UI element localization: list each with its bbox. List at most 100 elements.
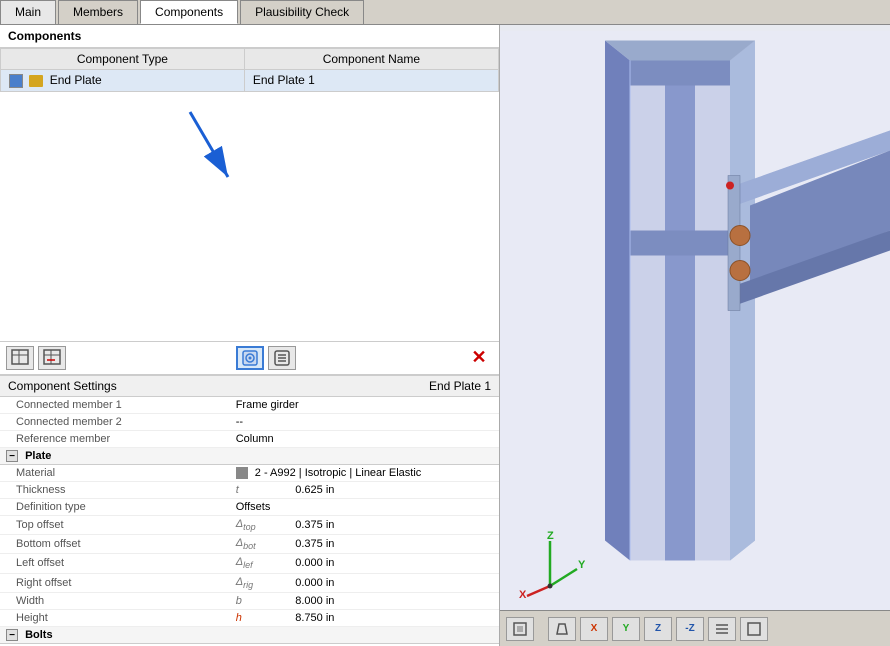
- axis-indicator: Z Y X: [515, 531, 575, 591]
- prop-row-width[interactable]: Width b 8.000 in: [0, 592, 499, 609]
- z-axis-neg-label: -Z: [685, 623, 694, 634]
- prop-row-height[interactable]: Height h 8.750 in: [0, 609, 499, 626]
- svg-text:Z: Z: [547, 531, 554, 542]
- tab-main[interactable]: Main: [0, 0, 56, 24]
- perspective-icon: [554, 621, 570, 637]
- plate-collapse-icon[interactable]: −: [6, 450, 18, 462]
- prop-symbol-bottom-offset: Δbot: [230, 535, 290, 554]
- viewport-btn-render[interactable]: [740, 617, 768, 641]
- axis-svg: Z Y X: [515, 531, 585, 601]
- viewport-btn-perspective[interactable]: [548, 617, 576, 641]
- tab-members[interactable]: Members: [58, 0, 138, 24]
- prop-value-top-offset: 0.375 in: [289, 516, 499, 535]
- prop-label-height: Height: [0, 609, 230, 626]
- tab-components[interactable]: Components: [140, 0, 238, 24]
- y-axis-label: Y: [623, 623, 630, 634]
- x-axis-label: X: [591, 623, 598, 634]
- prop-value-left-offset: 0.000 in: [289, 554, 499, 573]
- prop-symbol-width: b: [230, 592, 290, 609]
- svg-text:Y: Y: [578, 559, 585, 571]
- prop-row-right-offset[interactable]: Right offset Δrig 0.000 in: [0, 573, 499, 592]
- prop-label-bottom-offset: Bottom offset: [0, 535, 230, 554]
- viewport-btn-y[interactable]: Y: [612, 617, 640, 641]
- prop-label-connected1: Connected member 1: [0, 397, 230, 414]
- viewport-btn-layers[interactable]: [708, 617, 736, 641]
- prop-label-deftype: Definition type: [0, 499, 230, 516]
- bolts-collapse-icon[interactable]: −: [6, 629, 18, 641]
- prop-label-reference: Reference member: [0, 430, 230, 447]
- viewport-btn-z2[interactable]: -Z: [676, 617, 704, 641]
- prop-value-bottom-offset: 0.375 in: [289, 535, 499, 554]
- components-section-header: Components: [0, 25, 499, 48]
- component-type-label: End Plate: [50, 73, 102, 87]
- material-swatch: [236, 467, 248, 479]
- prop-value-right-offset: 0.000 in: [289, 573, 499, 592]
- toolbar-btn-2[interactable]: [38, 346, 66, 370]
- prop-row-thickness[interactable]: Thickness t 0.625 in: [0, 482, 499, 499]
- prop-value-height: 8.750 in: [289, 609, 499, 626]
- prop-symbol-thickness: t: [230, 482, 290, 499]
- col-component-name: Component Name: [244, 49, 498, 70]
- table-row[interactable]: End Plate End Plate 1: [1, 70, 499, 92]
- edit-icon: [241, 349, 259, 367]
- prop-value-material: 2 - A992 | Isotropic | Linear Elastic: [230, 464, 499, 481]
- prop-symbol-left-offset: Δlef: [230, 554, 290, 573]
- fit-view-icon: [512, 621, 528, 637]
- prop-value-connected1: Frame girder: [230, 397, 499, 414]
- prop-symbol-top-offset: Δtop: [230, 516, 290, 535]
- prop-row-top-offset[interactable]: Top offset Δtop 0.375 in: [0, 516, 499, 535]
- prop-row-connected2: Connected member 2 --: [0, 413, 499, 430]
- prop-label-right-offset: Right offset: [0, 573, 230, 592]
- prop-value-deftype: Offsets: [230, 499, 499, 516]
- component-toolbar: ✕: [0, 341, 499, 375]
- viewport-bottom-toolbar: X Y Z -Z: [500, 610, 890, 646]
- viewport-btn-x[interactable]: X: [580, 617, 608, 641]
- toolbar-btn-config[interactable]: [268, 346, 296, 370]
- prop-label-top-offset: Top offset: [0, 516, 230, 535]
- col-component-type: Component Type: [1, 49, 245, 70]
- prop-row-deftype: Definition type Offsets: [0, 499, 499, 516]
- folder-icon: [29, 75, 43, 87]
- blue-arrow-indicator: [160, 102, 280, 222]
- plate-group-header: − Plate: [0, 447, 499, 464]
- prop-value-width: 8.000 in: [289, 592, 499, 609]
- viewport-btn-z1[interactable]: Z: [644, 617, 672, 641]
- tab-bar: Main Members Components Plausibility Che…: [0, 0, 890, 25]
- prop-label-connected2: Connected member 2: [0, 413, 230, 430]
- prop-value-reference: Column: [230, 430, 499, 447]
- settings-component-name: End Plate 1: [429, 379, 491, 393]
- arrow-area: [0, 92, 499, 341]
- properties-table: Connected member 1 Frame girder Connecte…: [0, 397, 499, 646]
- prop-label-left-offset: Left offset: [0, 554, 230, 573]
- 3d-viewport[interactable]: Z Y X: [500, 25, 890, 646]
- row-checkbox[interactable]: [9, 74, 23, 88]
- prop-row-material[interactable]: Material 2 - A992 | Isotropic | Linear E…: [0, 464, 499, 481]
- z-axis-label: Z: [655, 623, 661, 634]
- prop-symbol-right-offset: Δrig: [230, 573, 290, 592]
- component-name-label: End Plate 1: [244, 70, 498, 92]
- prop-label-width: Width: [0, 592, 230, 609]
- prop-row-reference: Reference member Column: [0, 430, 499, 447]
- add-table-icon: [11, 349, 29, 367]
- prop-value-thickness: 0.625 in: [289, 482, 499, 499]
- viewport-btn-1[interactable]: [506, 617, 534, 641]
- render-icon: [746, 621, 762, 637]
- bolts-group-header: − Bolts: [0, 626, 499, 643]
- prop-symbol-height: h: [230, 609, 290, 626]
- settings-content: Connected member 1 Frame girder Connecte…: [0, 397, 499, 646]
- prop-value-connected2: --: [230, 413, 499, 430]
- toolbar-btn-delete[interactable]: ✕: [465, 346, 493, 370]
- svg-text:X: X: [519, 589, 527, 601]
- config-icon: [273, 349, 291, 367]
- toolbar-btn-edit[interactable]: [236, 346, 264, 370]
- layers-icon: [714, 621, 730, 637]
- remove-table-icon: [43, 349, 61, 367]
- prop-row-left-offset[interactable]: Left offset Δlef 0.000 in: [0, 554, 499, 573]
- toolbar-btn-1[interactable]: [6, 346, 34, 370]
- settings-header: Component Settings End Plate 1: [0, 375, 499, 397]
- tab-plausibility[interactable]: Plausibility Check: [240, 0, 364, 24]
- prop-row-bottom-offset[interactable]: Bottom offset Δbot 0.375 in: [0, 535, 499, 554]
- prop-label-thickness: Thickness: [0, 482, 230, 499]
- prop-row-connected1: Connected member 1 Frame girder: [0, 397, 499, 414]
- settings-label: Component Settings: [8, 379, 117, 393]
